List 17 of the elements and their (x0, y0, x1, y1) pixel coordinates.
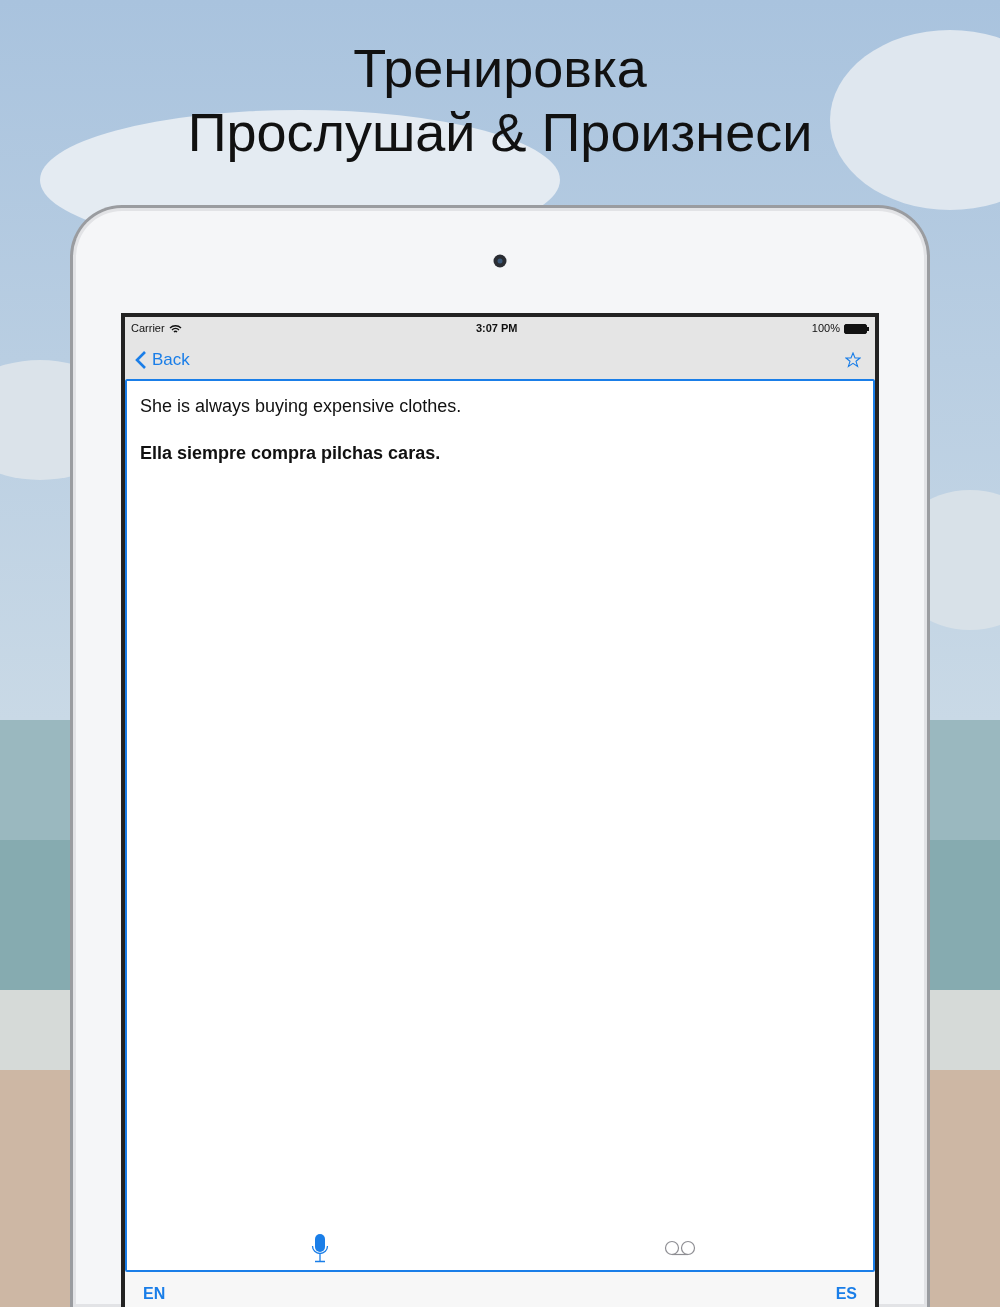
carrier-label: Carrier (131, 321, 165, 337)
camera-icon (493, 253, 507, 268)
clock-label: 3:07 PM (475, 321, 518, 337)
wifi-icon (168, 323, 182, 334)
translation-text: Ella siempre compra pilchas caras. (140, 442, 441, 465)
battery-label: 100% (811, 321, 840, 337)
language-label[interactable]: ES (835, 1282, 857, 1306)
chevron-icon (135, 349, 147, 370)
star-icon[interactable] (845, 351, 861, 368)
language-label[interactable]: EN (143, 1282, 166, 1306)
voicemail-icon[interactable] (664, 1240, 696, 1256)
headline: Прослушай & Произнеси (187, 101, 813, 164)
microphone-icon[interactable] (311, 1233, 329, 1263)
sentence-text: She is always buying expensive clothes. (140, 395, 462, 418)
headline: Тренировка (353, 37, 647, 100)
battery-icon (844, 323, 869, 334)
back-button[interactable]: Back (135, 346, 190, 373)
